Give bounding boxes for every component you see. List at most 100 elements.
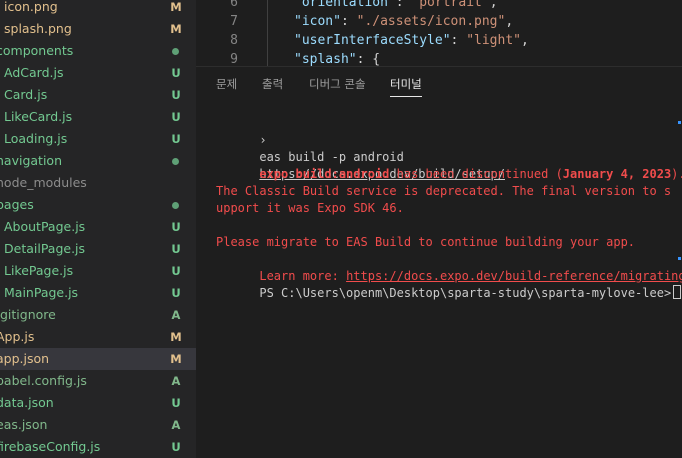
scrollbar-marker — [678, 121, 681, 124]
explorer-item-label: AdCard.js — [4, 65, 64, 80]
discontinued-date: January 4, 2023 — [562, 167, 672, 181]
explorer-item-label: pages — [0, 197, 34, 212]
git-status-badge: M — [170, 0, 182, 14]
explorer-item[interactable]: navigation — [0, 150, 196, 172]
explorer-item[interactable]: MainPage.js U — [0, 282, 196, 304]
code-line: 8 "userInterfaceStyle": "light", — [196, 31, 682, 50]
explorer-item[interactable]: babel.config.js A — [0, 370, 196, 392]
prompt-chevron-icon: › — [259, 133, 267, 147]
classic-build-line-2: upport it was Expo SDK 46. — [216, 201, 404, 215]
git-status-badge: M — [170, 330, 182, 344]
git-status-badge: U — [171, 264, 181, 278]
tab-debug-console[interactable]: 디버그 콘솔 — [309, 75, 366, 97]
tab-output[interactable]: 출력 — [262, 75, 283, 97]
explorer-item[interactable]: App.js M — [0, 326, 196, 348]
code-token-tail: , — [505, 14, 514, 29]
terminal-cursor — [673, 285, 682, 299]
git-changes-dot-icon — [172, 48, 179, 55]
explorer-item[interactable]: node_modules — [0, 172, 196, 194]
explorer-item[interactable]: Loading.js U — [0, 128, 196, 150]
code-line: 9 "splash": { — [196, 50, 682, 66]
explorer-item[interactable]: eas.json A — [0, 414, 196, 436]
explorer-item[interactable]: app.json M — [0, 348, 196, 370]
git-status-badge: U — [171, 396, 181, 410]
git-status-badge: A — [171, 308, 181, 322]
git-status-badge: U — [171, 220, 181, 234]
code-content: "splash": { — [294, 50, 380, 66]
git-status-badge: A — [171, 418, 181, 432]
code-content: "orientation": "portrait", — [294, 0, 498, 12]
code-token-tail: , — [521, 33, 529, 48]
code-token-colon: : — [450, 33, 467, 48]
explorer-item-label: MainPage.js — [4, 285, 79, 300]
code-token-value: "light" — [466, 33, 521, 48]
explorer-item-label: splash.png — [4, 21, 72, 36]
explorer-item[interactable]: splash.png M — [0, 18, 196, 40]
explorer-item-label: eas.json — [0, 417, 48, 432]
line-number: 8 — [230, 33, 238, 48]
explorer-item-label: firebaseConfig.js — [0, 439, 101, 454]
bottom-panel: 문제 출력 디버그 콘솔 터미널 › eas build -p android … — [196, 66, 682, 458]
code-line: 6 "orientation": "portrait", — [196, 0, 682, 12]
git-status-badge: U — [171, 88, 181, 102]
explorer-item[interactable]: Card.js U — [0, 84, 196, 106]
code-token-colon: : — [395, 0, 412, 10]
discontinued-text-end: ). — [671, 167, 682, 181]
code-token-key: "icon" — [294, 14, 341, 29]
ps-prompt-line[interactable]: PS C:\Users\openm\Desktop\sparta-study\s… — [216, 268, 682, 300]
explorer-item-label: DetailPage.js — [4, 241, 86, 256]
explorer-item-label: app.json — [0, 351, 50, 366]
git-changes-dot-icon — [172, 158, 179, 165]
explorer-item-label: LikePage.js — [4, 263, 74, 278]
code-content: "userInterfaceStyle": "light", — [294, 31, 529, 50]
tab-terminal[interactable]: 터미널 — [390, 75, 422, 97]
explorer-item[interactable]: pages — [0, 194, 196, 216]
explorer-item-label: components — [0, 43, 74, 58]
code-token-key: "userInterfaceStyle" — [294, 33, 451, 48]
explorer-item[interactable]: .gitignore A — [0, 304, 196, 326]
ps-prompt: PS C:\Users\openm\Desktop\sparta-study\s… — [259, 286, 672, 300]
code-token-key: "splash" — [294, 52, 357, 66]
terminal-command-line: › eas build -p android https://docs.expo… — [216, 115, 505, 181]
tab-problems[interactable]: 문제 — [216, 75, 237, 97]
line-number: 9 — [230, 52, 238, 66]
git-status-badge: U — [171, 66, 181, 80]
explorer-item[interactable]: LikeCard.js U — [0, 106, 196, 128]
explorer-item[interactable]: data.json U — [0, 392, 196, 414]
explorer-item-label: babel.config.js — [0, 373, 87, 388]
file-explorer: icon.png Msplash.png Mcomponents AdCard.js U… — [0, 0, 196, 458]
code-editor[interactable]: 6 "orientation": "portrait", 7 "icon": "./a… — [196, 0, 682, 66]
explorer-item-label: Loading.js — [4, 131, 68, 146]
explorer-item-label: .gitignore — [0, 307, 56, 322]
explorer-item-label: data.json — [0, 395, 54, 410]
explorer-item[interactable]: components — [0, 40, 196, 62]
explorer-item-label: node_modules — [0, 175, 87, 190]
explorer-item[interactable]: icon.png M — [0, 0, 196, 18]
code-token-colon: : — [356, 52, 373, 66]
git-status-badge: U — [171, 242, 181, 256]
explorer-item[interactable]: AboutPage.js U — [0, 216, 196, 238]
line-number: 7 — [230, 14, 238, 29]
explorer-item[interactable]: AdCard.js U — [0, 62, 196, 84]
explorer-item-label: navigation — [0, 153, 62, 168]
code-token-tail: , — [489, 0, 498, 10]
code-token-value: "./assets/icon.png" — [356, 14, 506, 29]
explorer-item[interactable]: firebaseConfig.js U — [0, 436, 196, 458]
code-token-key: "orientation" — [294, 0, 396, 10]
discontinued-command: expo build:android — [259, 167, 390, 181]
discontinued-text: has been discontinued ( — [389, 167, 563, 181]
explorer-item-label: icon.png — [4, 0, 58, 14]
line-number: 6 — [230, 0, 238, 10]
git-changes-dot-icon — [172, 202, 179, 209]
git-status-badge: U — [171, 440, 181, 454]
migrate-message: Please migrate to EAS Build to continue … — [216, 235, 636, 249]
git-status-badge: A — [171, 374, 181, 388]
git-status-badge: M — [170, 352, 182, 366]
discontinued-message: expo build:android has been discontinued… — [216, 149, 682, 181]
code-content: "icon": "./assets/icon.png", — [294, 12, 513, 31]
explorer-item[interactable]: LikePage.js U — [0, 260, 196, 282]
git-status-badge: U — [171, 286, 181, 300]
code-token-tail: { — [372, 52, 381, 66]
classic-build-line-1: The Classic Build service is deprecated.… — [216, 184, 672, 198]
explorer-item[interactable]: DetailPage.js U — [0, 238, 196, 260]
